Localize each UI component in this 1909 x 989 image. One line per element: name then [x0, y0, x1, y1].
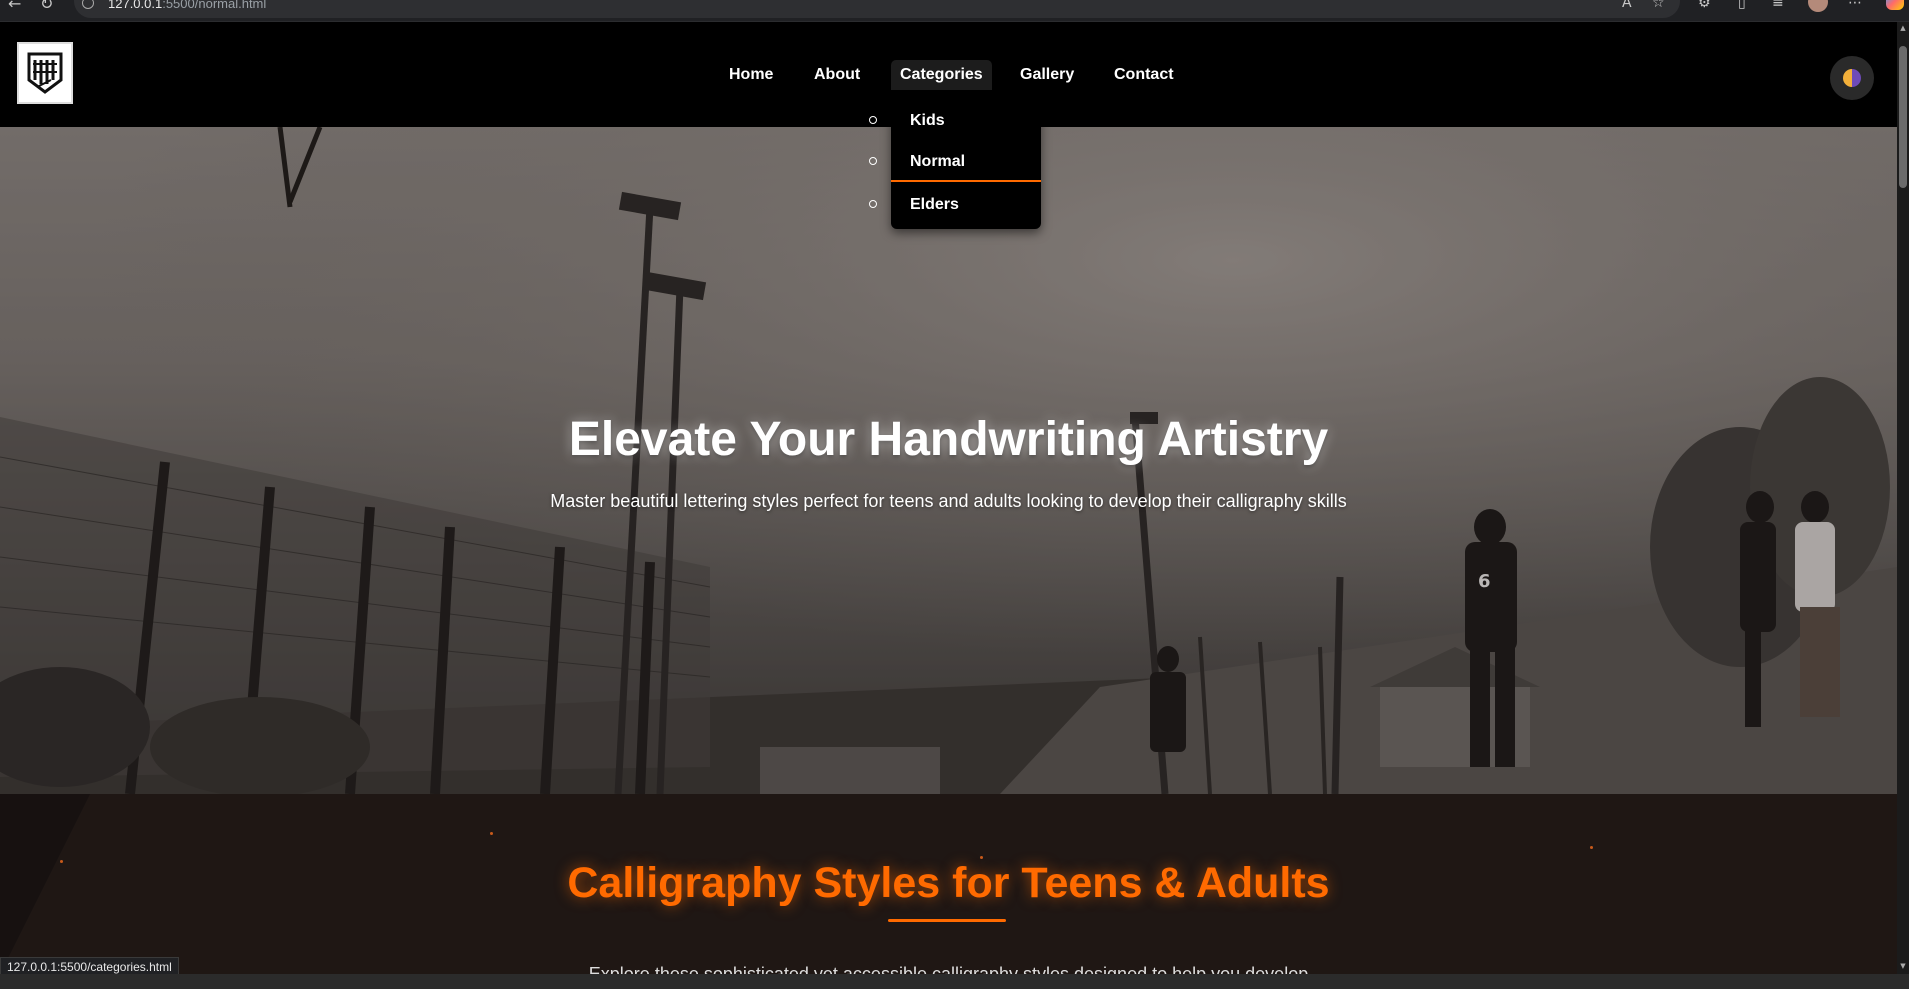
- nav-contact[interactable]: Contact: [1114, 60, 1174, 90]
- dropdown-item-label: Elders: [910, 196, 959, 213]
- section-title: Calligraphy Styles for Teens & Adults: [567, 859, 1330, 907]
- back-icon[interactable]: ←: [8, 0, 21, 13]
- bullet-icon: [869, 200, 877, 208]
- favorites-icon[interactable]: ≡: [1772, 0, 1784, 11]
- section-intro: Explore these sophisticated yet accessib…: [588, 964, 1309, 974]
- address-bar[interactable]: [74, 0, 1680, 18]
- categories-dropdown: Kids Normal Elders: [869, 100, 1041, 229]
- theme-toggle-button[interactable]: [1830, 56, 1874, 100]
- styles-section: Calligraphy Styles for Teens & Adults Ex…: [0, 794, 1897, 974]
- read-aloud-icon[interactable]: A: [1622, 0, 1632, 11]
- nav-gallery[interactable]: Gallery: [1020, 60, 1074, 90]
- more-menu-icon[interactable]: ⋯: [1848, 0, 1862, 11]
- spark-decoration: [1590, 846, 1593, 849]
- title-underline: [888, 919, 1006, 922]
- dropdown-item-normal[interactable]: Normal: [869, 141, 1041, 182]
- hero-title: Elevate Your Handwriting Artistry: [568, 413, 1329, 466]
- extensions-icon[interactable]: ⚙: [1698, 0, 1711, 11]
- main-nav: Home About Categories Gallery Contact: [0, 60, 1897, 90]
- spark-decoration: [490, 832, 493, 835]
- split-screen-icon[interactable]: ▯: [1738, 0, 1746, 11]
- nav-categories[interactable]: Categories: [891, 60, 992, 90]
- copilot-icon[interactable]: [1886, 0, 1904, 10]
- profile-avatar[interactable]: [1808, 0, 1828, 12]
- dropdown-item-label: Normal: [910, 153, 966, 170]
- dropdown-item-elders[interactable]: Elders: [869, 184, 1041, 225]
- favorite-star-icon[interactable]: ☆: [1652, 0, 1665, 11]
- dropdown-item-label: Kids: [910, 112, 945, 129]
- link-status-url: 127.0.0.1:5500/categories.html: [0, 957, 179, 975]
- dropdown-item-kids[interactable]: Kids: [869, 100, 1041, 141]
- browser-toolbar: ← ↻ 127.0.0.1:5500/normal.html A ☆ ⚙ ▯ ≡…: [0, 0, 1909, 22]
- page-scrollbar[interactable]: ▲ ▼: [1897, 22, 1909, 974]
- scroll-down-icon[interactable]: ▼: [1899, 962, 1907, 970]
- bullet-icon: [869, 157, 877, 165]
- hero-subtitle: Master beautiful lettering styles perfec…: [550, 491, 1347, 511]
- address-bar-text: 127.0.0.1:5500/normal.html: [108, 0, 267, 11]
- taskbar-strip: [0, 974, 1909, 989]
- bullet-icon: [869, 116, 877, 124]
- nav-home[interactable]: Home: [729, 60, 773, 90]
- scroll-thumb[interactable]: [1899, 46, 1907, 188]
- scroll-up-icon[interactable]: ▲: [1899, 24, 1907, 32]
- nav-about[interactable]: About: [814, 60, 860, 90]
- theme-toggle-icon: [1843, 69, 1861, 87]
- reload-icon[interactable]: ↻: [40, 0, 53, 13]
